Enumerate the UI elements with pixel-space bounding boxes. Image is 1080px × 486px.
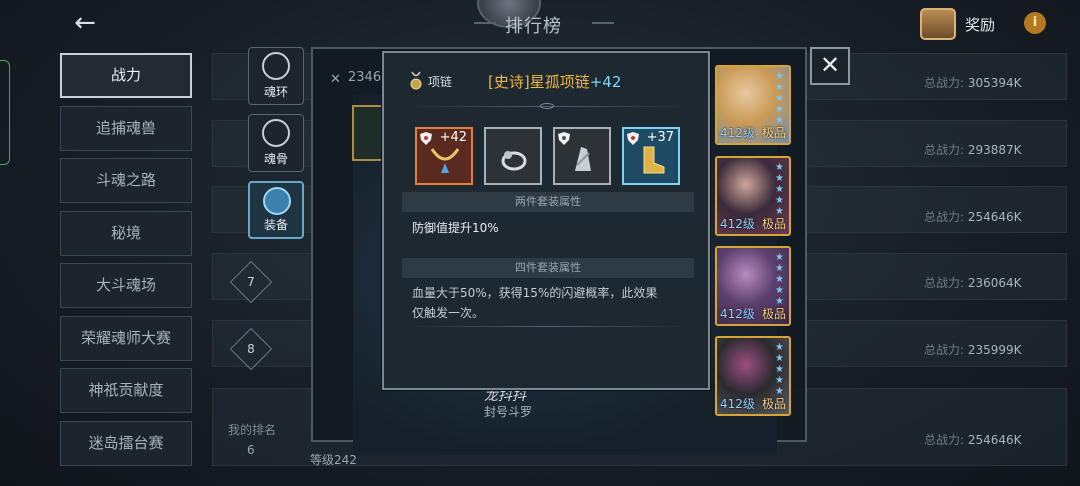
equip-slot-boots[interactable]: +37 <box>622 127 680 185</box>
character-portrait[interactable]: ★ ★ ★ ★ ★ 412级 极品 <box>715 336 791 416</box>
treasure-chest-icon[interactable] <box>920 8 956 40</box>
player-id: 2346 <box>348 70 382 85</box>
star-icon: ★ <box>775 195 784 206</box>
category-island-challenge[interactable]: 迷岛擂台赛 <box>60 420 192 466</box>
category-menu: 战力 追捕魂兽 斗魂之路 秘境 大斗魂场 荣耀魂师大赛 神祇贡献度 迷岛擂台赛 <box>60 53 192 473</box>
set2-text: 防御值提升10% <box>412 221 499 235</box>
category-power[interactable]: 战力 <box>60 53 192 98</box>
item-name: [史诗]星孤项链+42 <box>488 73 622 91</box>
my-rank-power: 总战力: 254646K <box>924 433 1022 447</box>
category-glory-tournament[interactable]: 荣耀魂师大赛 <box>60 315 192 361</box>
soul-ring-icon <box>262 52 290 80</box>
set2-header: 两件套装属性 <box>402 192 694 212</box>
tab-soul-bone[interactable]: 魂骨 <box>248 114 304 172</box>
pet-thumbnail[interactable] <box>352 105 384 161</box>
star-icon: ★ <box>775 252 784 263</box>
star-icon: ★ <box>775 375 784 386</box>
page-title: 排行榜 <box>505 16 562 37</box>
star-icon: ★ <box>775 274 784 285</box>
title-wing-right <box>592 22 614 24</box>
star-rating: ★ ★ ★ ★ ★ <box>775 342 787 397</box>
tab-label: 装备 <box>263 218 288 232</box>
category-arena[interactable]: 大斗魂场 <box>60 263 192 308</box>
back-arrow-icon[interactable]: ← <box>68 6 102 40</box>
divider <box>408 326 688 327</box>
character-portrait[interactable]: ★ ★ ★ ★ ★ 412级 极品 <box>715 65 791 145</box>
tab-label: 魂骨 <box>263 152 288 166</box>
equipment-tooltip: 项链 [史诗]星孤项链+42 +42 +37 两件套装属性 防御值提升10% 四… <box>382 51 710 390</box>
equip-slot-bracer[interactable] <box>553 127 611 185</box>
equip-slot-ring[interactable] <box>484 127 542 185</box>
character-level: 412级 <box>720 397 755 411</box>
character-grade: 极品 <box>761 217 786 231</box>
star-icon: ★ <box>775 93 784 104</box>
star-icon: ★ <box>775 104 784 115</box>
rank-power: 总战力: 235999K <box>924 343 1022 357</box>
set4-text: 血量大于50%，获得15%的闪避概率，此效果仅触发一次。 <box>412 286 658 320</box>
close-icon[interactable]: ✕ <box>810 47 850 85</box>
star-icon: ★ <box>775 263 784 274</box>
character-level: 412级 <box>720 126 755 140</box>
character-portrait[interactable]: ★ ★ ★ ★ ★ 412级 极品 <box>715 156 791 236</box>
set4-header: 四件套装属性 <box>402 258 694 278</box>
info-icon[interactable]: i <box>1024 12 1046 34</box>
tab-soul-ring[interactable]: 魂环 <box>248 47 304 105</box>
category-soul-road[interactable]: 斗魂之路 <box>60 158 192 203</box>
rank-power: 总战力: 236064K <box>924 276 1022 290</box>
id-cross-icon: ✕ <box>330 72 341 87</box>
equipment-icon <box>263 187 291 215</box>
soul-bone-icon <box>262 119 290 147</box>
character-level: 412级 <box>720 307 755 321</box>
necklace-icon <box>430 148 460 173</box>
star-icon: ★ <box>775 342 784 353</box>
star-rating: ★ ★ ★ ★ ★ <box>775 71 787 126</box>
rank-power: 总战力: 254646K <box>924 210 1022 224</box>
category-secret-realm[interactable]: 秘境 <box>60 210 192 256</box>
equip-slot-necklace[interactable]: +42 <box>415 127 473 185</box>
tab-equipment[interactable]: 装备 <box>248 181 304 239</box>
reward-label[interactable]: 奖励 <box>965 14 995 35</box>
my-rank-value: 6 <box>247 443 255 457</box>
star-icon: ★ <box>775 184 784 195</box>
star-icon: ★ <box>775 353 784 364</box>
star-icon: ★ <box>775 71 784 82</box>
left-edge-tab[interactable] <box>0 60 10 165</box>
slot-label: 项链 <box>428 75 453 89</box>
rank-power: 总战力: 293887K <box>924 143 1022 157</box>
bracer-icon <box>575 147 591 171</box>
necklace-slot-icon <box>410 71 422 90</box>
star-rating: ★ ★ ★ ★ ★ <box>775 162 787 217</box>
ring-icon <box>501 151 527 171</box>
my-rank-label: 我的排名 <box>228 423 277 437</box>
star-icon: ★ <box>775 285 784 296</box>
divider-ornament <box>540 103 554 109</box>
star-icon: ★ <box>775 82 784 93</box>
star-rating: ★ ★ ★ ★ ★ <box>775 252 787 307</box>
character-grade: 极品 <box>761 397 786 411</box>
star-icon: ★ <box>775 364 784 375</box>
rank-power: 总战力: 305394K <box>924 76 1022 90</box>
star-icon: ★ <box>775 162 784 173</box>
player-title: 封号斗罗 <box>484 405 533 419</box>
tab-label: 魂环 <box>263 85 288 99</box>
star-icon: ★ <box>775 173 784 184</box>
category-hunt-beast[interactable]: 追捕魂兽 <box>60 105 192 151</box>
character-level: 412级 <box>720 217 755 231</box>
character-grade: 极品 <box>761 126 786 140</box>
category-god-contribution[interactable]: 神祇贡献度 <box>60 368 192 413</box>
character-grade: 极品 <box>761 307 786 321</box>
player-level: 等级242 <box>310 453 357 467</box>
boots-icon <box>643 146 665 174</box>
title-wing-left <box>474 22 496 24</box>
character-portrait[interactable]: ★ ★ ★ ★ ★ 412级 极品 <box>715 246 791 326</box>
